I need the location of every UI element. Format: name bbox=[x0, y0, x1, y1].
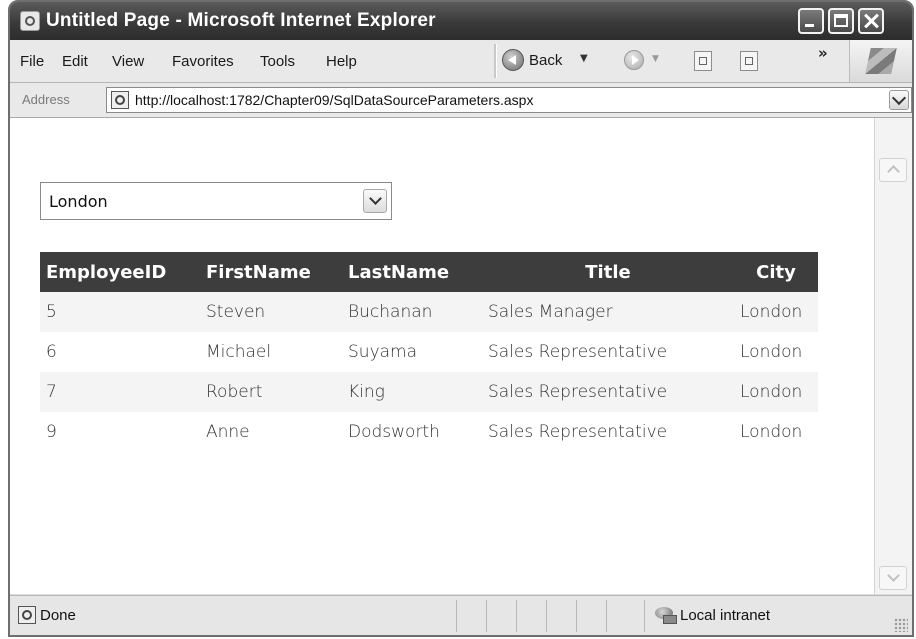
cell-title: Sales Representative bbox=[488, 342, 668, 362]
back-arrow-icon bbox=[502, 49, 524, 71]
cell-city: London bbox=[734, 292, 818, 332]
scroll-down-icon[interactable] bbox=[879, 566, 907, 590]
security-zone-label: Local intranet bbox=[680, 607, 771, 624]
address-input[interactable]: http://localhost:1782/Chapter09/SqlDataS… bbox=[106, 87, 912, 113]
address-label: Address bbox=[22, 92, 70, 107]
title-bar[interactable]: Untitled Page - Microsoft Internet Explo… bbox=[10, 2, 912, 40]
status-divider bbox=[516, 600, 517, 632]
menu-favorites[interactable]: Favorites bbox=[172, 53, 234, 70]
toolbar-divider bbox=[494, 44, 497, 78]
status-divider bbox=[486, 600, 487, 632]
address-bar: Address http://localhost:1782/Chapter09/… bbox=[10, 83, 912, 118]
toolbar-overflow-chevron[interactable]: » bbox=[818, 44, 828, 62]
cell-employeeid: 9 bbox=[46, 422, 57, 442]
cell-city: London bbox=[740, 342, 803, 362]
cell-title: Sales Manager bbox=[482, 292, 734, 332]
address-url[interactable]: http://localhost:1782/Chapter09/SqlDataS… bbox=[135, 92, 533, 108]
forward-arrow-icon[interactable] bbox=[624, 50, 644, 70]
cell-title: Sales Representative bbox=[488, 422, 668, 442]
status-bar: Done Local intranet bbox=[10, 595, 912, 635]
cell-lastname: Suyama bbox=[348, 342, 418, 362]
back-dropdown-icon[interactable]: ▼ bbox=[580, 53, 588, 64]
cell-firstname: Michael bbox=[206, 342, 272, 362]
cell-employeeid: 7 bbox=[40, 372, 200, 412]
table-row: 6 Michael Suyama Sales Representative Lo… bbox=[40, 332, 818, 372]
cell-city: London bbox=[740, 422, 803, 442]
stop-icon[interactable] bbox=[694, 51, 712, 71]
forward-dropdown-icon[interactable]: ▼ bbox=[652, 54, 659, 64]
address-dropdown-icon[interactable] bbox=[889, 90, 909, 110]
city-select-value: London bbox=[49, 192, 108, 211]
page-content: London EmployeeID FirstName LastName Tit… bbox=[10, 118, 874, 594]
menu-help[interactable]: Help bbox=[326, 53, 357, 70]
status-divider bbox=[576, 600, 577, 632]
resize-grip-icon[interactable] bbox=[894, 618, 908, 632]
menu-bar: File Edit View Favorites Tools Help Back… bbox=[10, 40, 912, 83]
column-header-employeeid: EmployeeID bbox=[40, 252, 200, 292]
cell-lastname: Buchanan bbox=[342, 292, 482, 332]
city-select[interactable]: London bbox=[40, 182, 392, 220]
local-intranet-icon bbox=[653, 605, 677, 625]
vertical-scrollbar[interactable] bbox=[874, 118, 912, 594]
cell-city: London bbox=[734, 372, 818, 412]
table-row: 5 Steven Buchanan Sales Manager London bbox=[40, 292, 818, 332]
table-row: 7 Robert King Sales Representative Londo… bbox=[40, 372, 818, 412]
status-divider bbox=[606, 600, 607, 632]
cell-lastname: King bbox=[342, 372, 482, 412]
window-title: Untitled Page - Microsoft Internet Explo… bbox=[46, 10, 436, 31]
page-icon bbox=[111, 91, 129, 109]
back-label: Back bbox=[529, 52, 563, 69]
menu-file[interactable]: File bbox=[20, 53, 44, 70]
windows-logo-icon bbox=[849, 40, 912, 82]
chevron-down-icon[interactable] bbox=[363, 189, 387, 213]
maximize-button[interactable] bbox=[828, 8, 854, 34]
status-divider bbox=[644, 600, 645, 632]
column-header-lastname: LastName bbox=[342, 252, 482, 292]
browser-window: Untitled Page - Microsoft Internet Explo… bbox=[8, 0, 914, 637]
employee-grid: EmployeeID FirstName LastName Title City… bbox=[40, 252, 818, 452]
column-header-title: Title bbox=[482, 252, 734, 292]
menu-tools[interactable]: Tools bbox=[260, 53, 295, 70]
table-row: 9 Anne Dodsworth Sales Representative Lo… bbox=[40, 412, 818, 452]
cell-employeeid: 5 bbox=[40, 292, 200, 332]
cell-title: Sales Representative bbox=[482, 372, 734, 412]
minimize-button[interactable] bbox=[798, 8, 824, 34]
cell-firstname: Robert bbox=[200, 372, 342, 412]
menu-view[interactable]: View bbox=[112, 53, 144, 70]
close-button[interactable] bbox=[858, 8, 884, 34]
page-done-icon bbox=[18, 606, 36, 624]
column-header-firstname: FirstName bbox=[200, 252, 342, 292]
status-divider bbox=[546, 600, 547, 632]
scroll-up-icon[interactable] bbox=[879, 158, 907, 182]
cell-firstname: Steven bbox=[200, 292, 342, 332]
ie-logo-icon bbox=[20, 11, 40, 31]
cell-firstname: Anne bbox=[206, 422, 250, 442]
status-divider bbox=[456, 600, 457, 632]
cell-lastname: Dodsworth bbox=[348, 422, 440, 442]
status-text: Done bbox=[40, 607, 76, 624]
refresh-icon[interactable] bbox=[740, 51, 758, 71]
grid-header-row: EmployeeID FirstName LastName Title City bbox=[40, 252, 818, 292]
column-header-city: City bbox=[734, 252, 818, 292]
cell-employeeid: 6 bbox=[46, 342, 57, 362]
menu-edit[interactable]: Edit bbox=[62, 53, 88, 70]
